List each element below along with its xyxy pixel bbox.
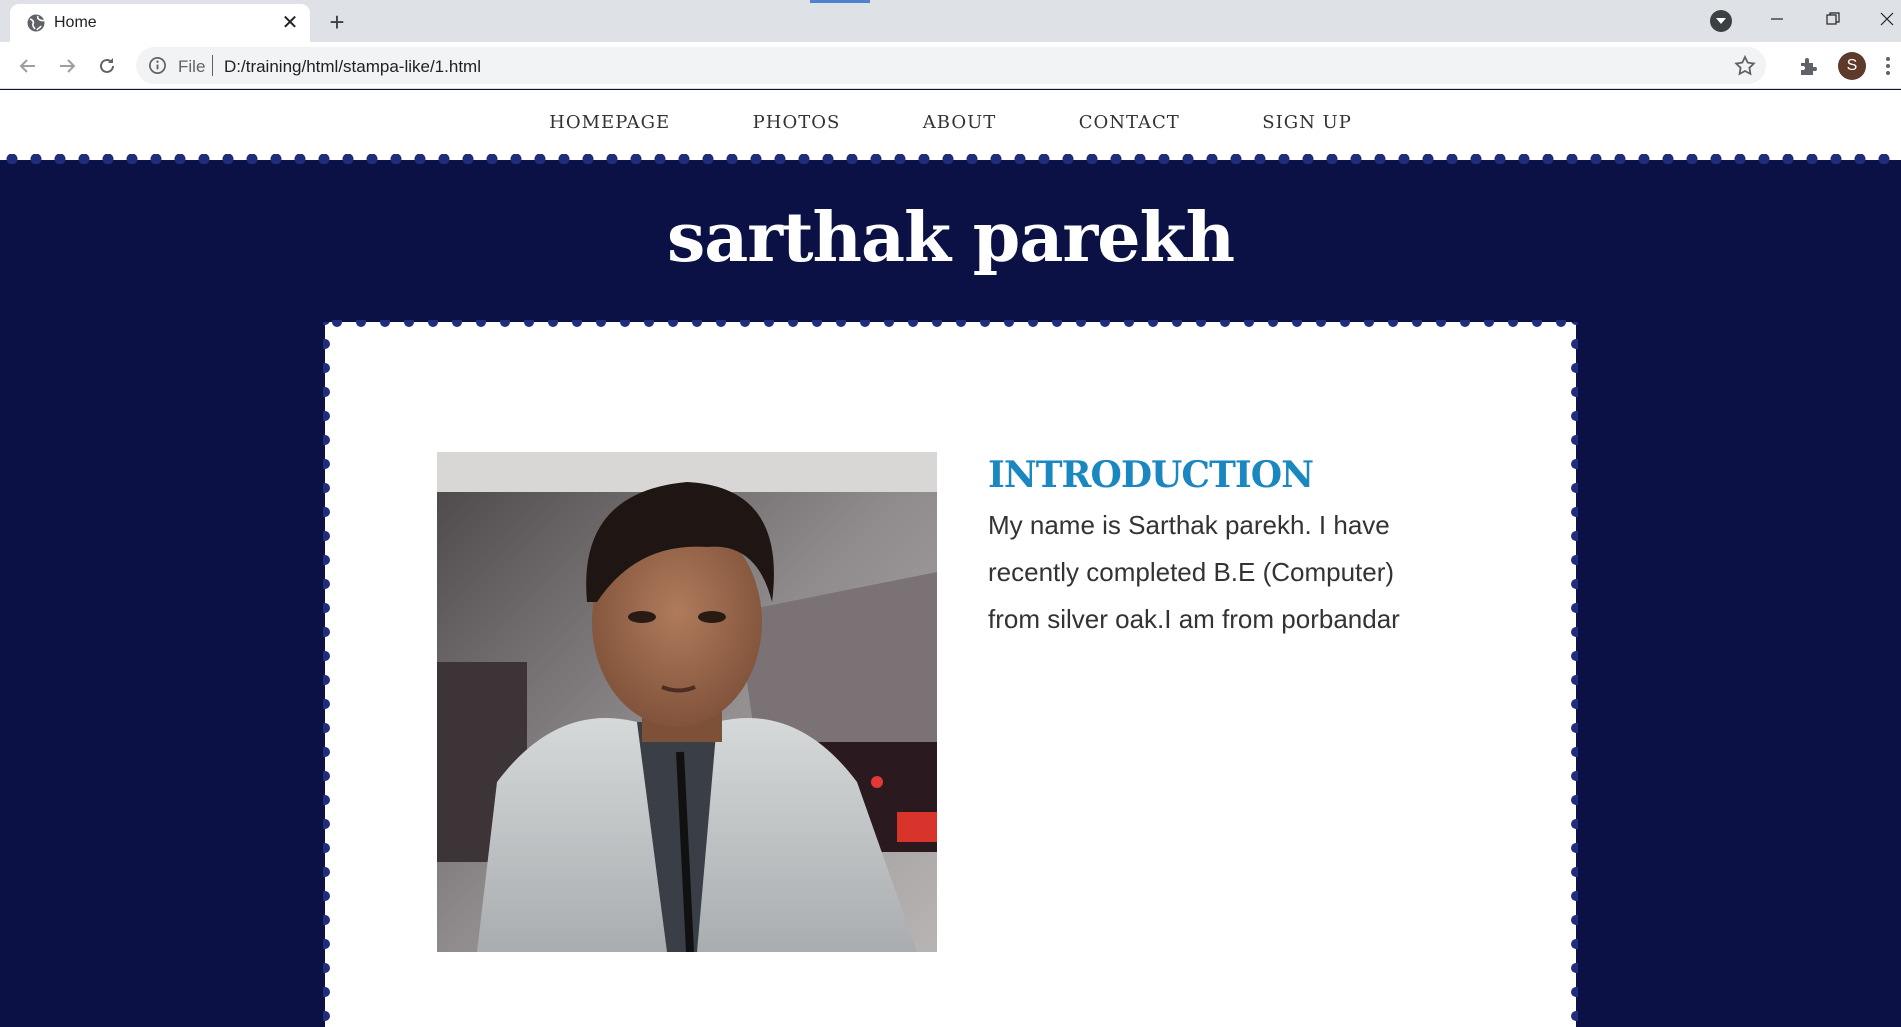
address-separator	[212, 55, 213, 76]
minimize-icon[interactable]	[1754, 0, 1800, 38]
more-vert-icon[interactable]	[1882, 54, 1894, 78]
info-icon[interactable]	[148, 56, 167, 75]
browser-toolbar: File D:/training/html/stampa-like/1.html…	[0, 42, 1901, 89]
intro-heading: INTRODUCTION	[988, 454, 1314, 496]
star-icon[interactable]	[1733, 54, 1757, 78]
browser-tab-strip: Home ✕ +	[0, 0, 1901, 42]
tab-search-icon[interactable]	[1710, 10, 1732, 32]
nav-link-sign-up[interactable]: SIGN UP	[1262, 112, 1352, 133]
intro-paragraph: My name is Sarthak parekh. I have recent…	[988, 510, 1400, 634]
stamp-edge-left	[323, 322, 331, 1027]
profile-photo	[437, 452, 937, 952]
nav-link-contact[interactable]: CONTACT	[1079, 112, 1180, 133]
nav-link-homepage[interactable]: HOMEPAGE	[549, 112, 670, 133]
puzzle-extension-icon[interactable]	[1797, 54, 1821, 78]
nav-link-about[interactable]: ABOUT	[923, 112, 997, 133]
nav-link-photos[interactable]: PHOTOS	[753, 112, 841, 133]
address-bar[interactable]: File D:/training/html/stampa-like/1.html	[136, 47, 1766, 84]
forward-arrow-icon[interactable]	[51, 50, 83, 82]
back-arrow-icon[interactable]	[12, 50, 44, 82]
web-page: HOMEPAGE PHOTOS ABOUT CONTACT SIGN UP sa…	[0, 90, 1901, 1027]
close-icon[interactable]: ✕	[278, 11, 302, 35]
restore-icon[interactable]	[1810, 0, 1856, 38]
file-scheme-label: File	[178, 57, 206, 76]
avatar[interactable]: S	[1838, 52, 1866, 80]
window-close-icon[interactable]	[1864, 0, 1901, 38]
browser-tab-home[interactable]: Home ✕	[10, 4, 310, 42]
site-title: sarthak parekh	[666, 198, 1235, 278]
site-navigation: HOMEPAGE PHOTOS ABOUT CONTACT SIGN UP	[0, 90, 1901, 160]
tab-title: Home	[54, 14, 97, 31]
stamp-edge-right	[1570, 322, 1578, 1027]
globe-icon	[27, 14, 45, 32]
stamp-edge-decoration	[0, 154, 1901, 164]
url-text[interactable]: D:/training/html/stampa-like/1.html	[224, 57, 481, 77]
plus-icon[interactable]: +	[322, 7, 352, 37]
tab-strip-indicator	[810, 0, 870, 3]
reload-icon[interactable]	[91, 50, 123, 82]
stamp-edge-top	[325, 320, 1576, 328]
content-card: INTRODUCTION My name is Sarthak parekh. …	[323, 320, 1578, 1027]
